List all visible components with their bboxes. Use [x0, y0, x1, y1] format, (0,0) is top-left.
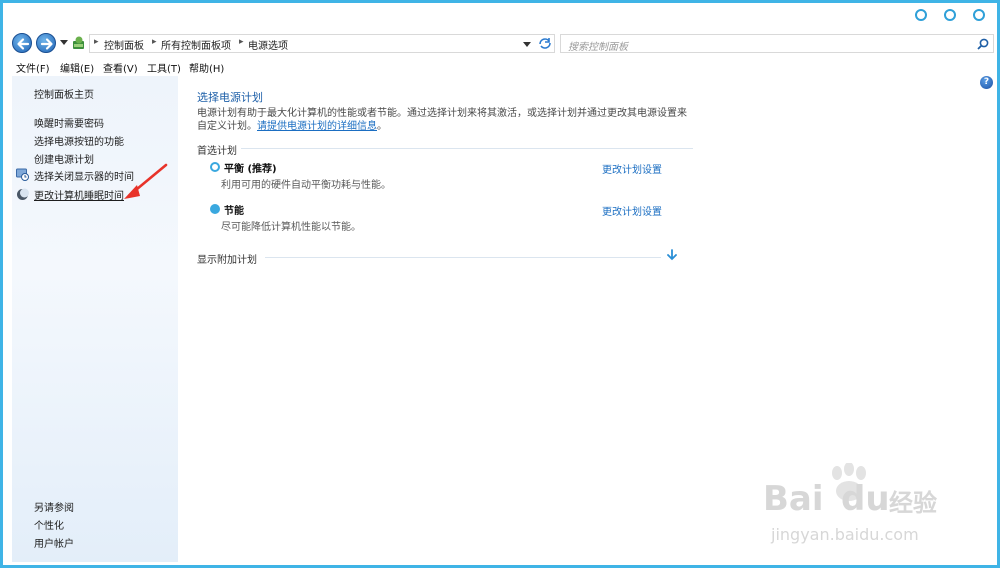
breadcrumb-separator: ▸: [152, 37, 157, 47]
search-icon[interactable]: [977, 38, 989, 50]
monitor-clock-icon: [16, 168, 29, 181]
minimize-button[interactable]: [915, 9, 927, 21]
left-navigation-pane: 控制面板主页 唤醒时需要密码 选择电源按钮的功能 创建电源计划 选择关闭显示器的…: [12, 76, 178, 562]
breadcrumb-separator: ▸: [94, 37, 99, 47]
control-panel-window: ▸ 控制面板 ▸ 所有控制面板项 ▸ 电源选项 搜索控制面板 文件(F) 编辑(…: [0, 0, 1000, 568]
watermark-brand2: du: [841, 479, 890, 519]
watermark-suffix: 经验: [889, 489, 937, 517]
page-description: 电源计划有助于最大化计算机的性能或者节能。通过选择计划来将其激活，或选择计划并通…: [197, 107, 687, 133]
breadcrumb-all-items[interactable]: 所有控制面板项: [161, 37, 231, 52]
baidu-watermark: Bai du 经验 jingyan.baidu.com: [763, 463, 963, 553]
sidebar-item-wake-password[interactable]: 唤醒时需要密码: [34, 115, 104, 130]
preferred-plans-label: 首选计划: [197, 146, 237, 157]
divider: [241, 148, 693, 149]
navigation-bar: ▸ 控制面板 ▸ 所有控制面板项 ▸ 电源选项 搜索控制面板: [3, 29, 997, 57]
plan-power-saver-desc: 尽可能降低计算机性能以节能。: [221, 222, 361, 233]
title-bar: [3, 3, 997, 29]
plan-power-saver-radio[interactable]: [210, 204, 220, 214]
plan-balanced-radio[interactable]: [210, 162, 220, 172]
see-also-user-accounts-link[interactable]: 用户帐户: [34, 535, 74, 550]
show-additional-plans-label[interactable]: 显示附加计划: [197, 251, 257, 266]
search-input[interactable]: 搜索控制面板: [560, 34, 994, 53]
address-dropdown-icon[interactable]: [523, 42, 531, 47]
control-panel-icon: [73, 36, 84, 49]
description-end: 。: [377, 121, 387, 132]
sidebar-item-power-button[interactable]: 选择电源按钮的功能: [34, 133, 124, 148]
menu-file[interactable]: 文件(F): [16, 60, 50, 75]
plan-balanced-name[interactable]: 平衡 (推荐): [224, 160, 277, 175]
close-button[interactable]: [973, 9, 985, 21]
search-placeholder: 搜索控制面板: [568, 42, 628, 53]
expand-down-arrow-icon[interactable]: [666, 249, 678, 261]
plan-power-saver-change-link[interactable]: 更改计划设置: [602, 203, 662, 218]
watermark-url: jingyan.baidu.com: [771, 525, 919, 544]
plan-details-link[interactable]: 请提供电源计划的详细信息: [257, 121, 377, 132]
forward-button[interactable]: [36, 33, 56, 53]
sidebar-item-display-off-time[interactable]: 选择关闭显示器的时间: [34, 168, 134, 183]
breadcrumb-control-panel[interactable]: 控制面板: [104, 37, 144, 52]
forward-arrow-icon: [40, 38, 53, 50]
recent-pages-dropdown-icon[interactable]: [60, 40, 68, 46]
see-also-heading: 另请参阅: [34, 503, 74, 514]
breadcrumb-power-options[interactable]: 电源选项: [248, 37, 288, 52]
see-also-personalization-link[interactable]: 个性化: [34, 517, 64, 532]
menu-bar: 文件(F) 编辑(E) 查看(V) 工具(T) 帮助(H): [3, 58, 997, 75]
back-button[interactable]: [12, 33, 32, 53]
watermark-brand: Bai: [763, 479, 824, 519]
sidebar-item-sleep-time[interactable]: 更改计算机睡眠时间: [34, 187, 124, 202]
plan-balanced-change-link[interactable]: 更改计划设置: [602, 161, 662, 176]
annotation-arrow-icon: [124, 163, 168, 199]
refresh-icon[interactable]: [538, 37, 552, 50]
address-bar[interactable]: ▸ 控制面板 ▸ 所有控制面板项 ▸ 电源选项: [89, 34, 555, 53]
plan-balanced-desc: 利用可用的硬件自动平衡功耗与性能。: [221, 180, 391, 191]
menu-help[interactable]: 帮助(H): [189, 60, 224, 75]
menu-view[interactable]: 查看(V): [103, 60, 138, 75]
back-arrow-icon: [17, 38, 30, 50]
maximize-button[interactable]: [944, 9, 956, 21]
sidebar-item-create-plan[interactable]: 创建电源计划: [34, 151, 94, 166]
breadcrumb-separator: ▸: [239, 37, 244, 47]
menu-edit[interactable]: 编辑(E): [60, 60, 94, 75]
control-panel-home-link[interactable]: 控制面板主页: [34, 86, 94, 101]
page-title: 选择电源计划: [197, 91, 263, 104]
menu-tools[interactable]: 工具(T): [147, 60, 181, 75]
moon-icon: [17, 188, 29, 200]
divider: [265, 257, 661, 258]
plan-power-saver-name[interactable]: 节能: [224, 202, 244, 217]
